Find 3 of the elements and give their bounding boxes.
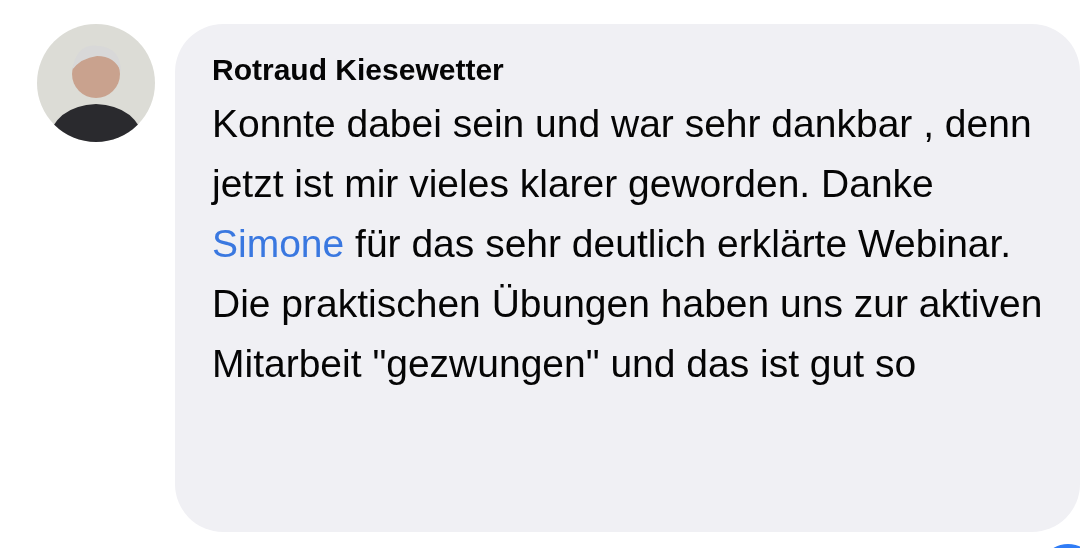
- author-name[interactable]: Rotraud Kiesewetter: [212, 50, 1060, 90]
- comment-text: Konnte dabei sein und war sehr dankbar , denn jetzt ist mir vieles klarer geworden. Danke Simone für das sehr deutlich erklärte Webinar. Die praktischen Übungen haben uns zur aktiven Mitarbeit "gezwungen" und das ist gut so: [212, 101, 1044, 387]
- mention-link[interactable]: Simone: [212, 222, 345, 265]
